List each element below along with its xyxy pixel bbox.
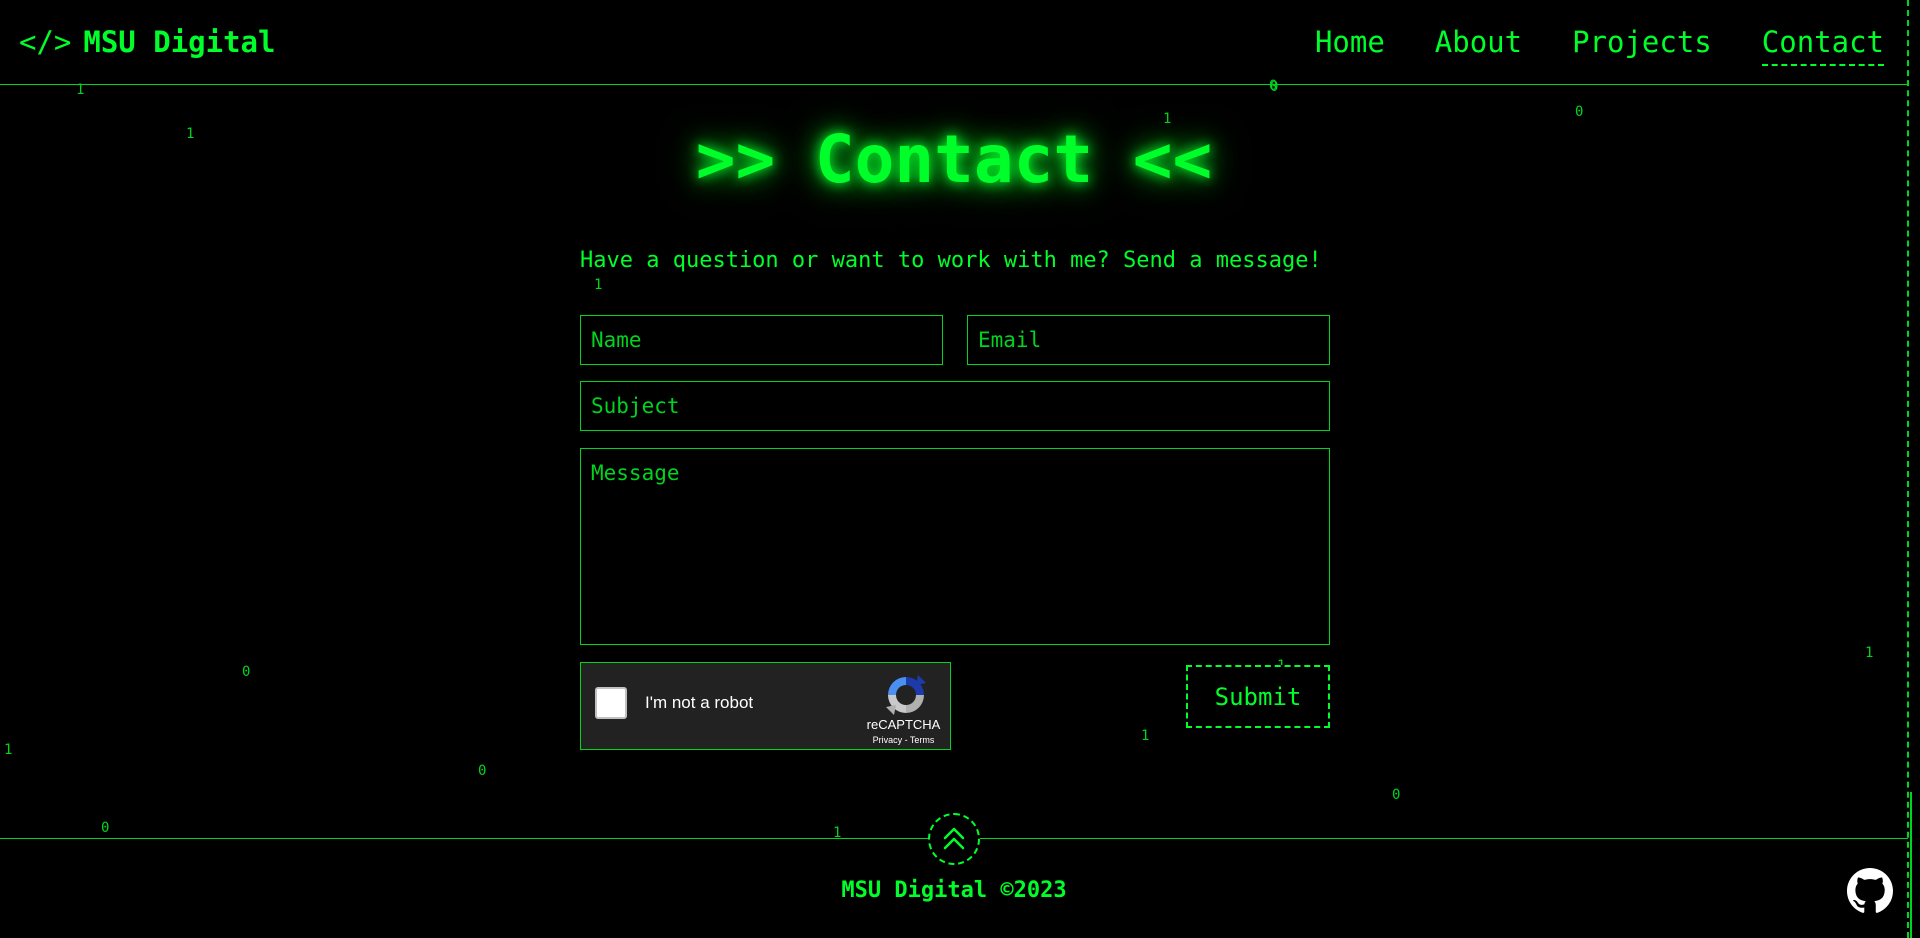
scroll-to-top-button[interactable] xyxy=(928,813,980,865)
nav-about[interactable]: About xyxy=(1435,22,1522,66)
site-header: </> MSU Digital Home About Projects Conta… xyxy=(0,0,1908,85)
binary-digit: 0 xyxy=(478,763,487,779)
nav-contact[interactable]: Contact xyxy=(1761,22,1884,66)
code-bracket-icon: </> xyxy=(19,25,72,59)
name-field[interactable] xyxy=(580,315,943,365)
binary-digit: 0 xyxy=(101,820,110,836)
contact-intro: Have a question or want to work with me?… xyxy=(580,248,1322,273)
binary-digit: 1 xyxy=(4,742,13,758)
recaptcha-privacy-terms-links[interactable]: Privacy - Terms xyxy=(861,735,946,745)
subject-field[interactable] xyxy=(580,381,1330,431)
message-field[interactable] xyxy=(580,448,1330,645)
binary-digit: 0 xyxy=(242,664,251,680)
binary-digit: 1 xyxy=(1865,645,1874,661)
binary-digit: 0 xyxy=(1575,104,1584,120)
email-field[interactable] xyxy=(967,315,1330,365)
recaptcha-brand: reCAPTCHA xyxy=(866,717,941,732)
recaptcha-label: I'm not a robot xyxy=(645,693,754,712)
submit-button[interactable]: Submit xyxy=(1186,665,1330,728)
github-icon[interactable] xyxy=(1847,868,1893,914)
site-logo[interactable]: </> MSU Digital xyxy=(19,22,275,62)
recaptcha-widget: I'm not a robot reCAPTCHA Privacy - Term… xyxy=(580,662,951,750)
nav-projects[interactable]: Projects xyxy=(1572,22,1712,66)
page-title: >> Contact << xyxy=(695,121,1213,198)
nav-home[interactable]: Home xyxy=(1315,22,1385,66)
brand-name: MSU Digital xyxy=(83,25,276,59)
binary-digit: 1 xyxy=(1141,728,1150,744)
footer-copyright: MSU Digital ©2023 xyxy=(841,878,1067,903)
scrollbar-thumb[interactable] xyxy=(1910,792,1920,938)
binary-digit: 0 xyxy=(1392,787,1401,803)
main-nav: Home About Projects Contact xyxy=(1315,22,1884,66)
binary-digit: 1 xyxy=(76,82,85,98)
recaptcha-checkbox[interactable] xyxy=(595,687,627,719)
double-chevron-up-icon xyxy=(943,827,965,850)
recaptcha-logo-icon xyxy=(886,675,926,715)
binary-digit: 1 xyxy=(594,277,603,293)
